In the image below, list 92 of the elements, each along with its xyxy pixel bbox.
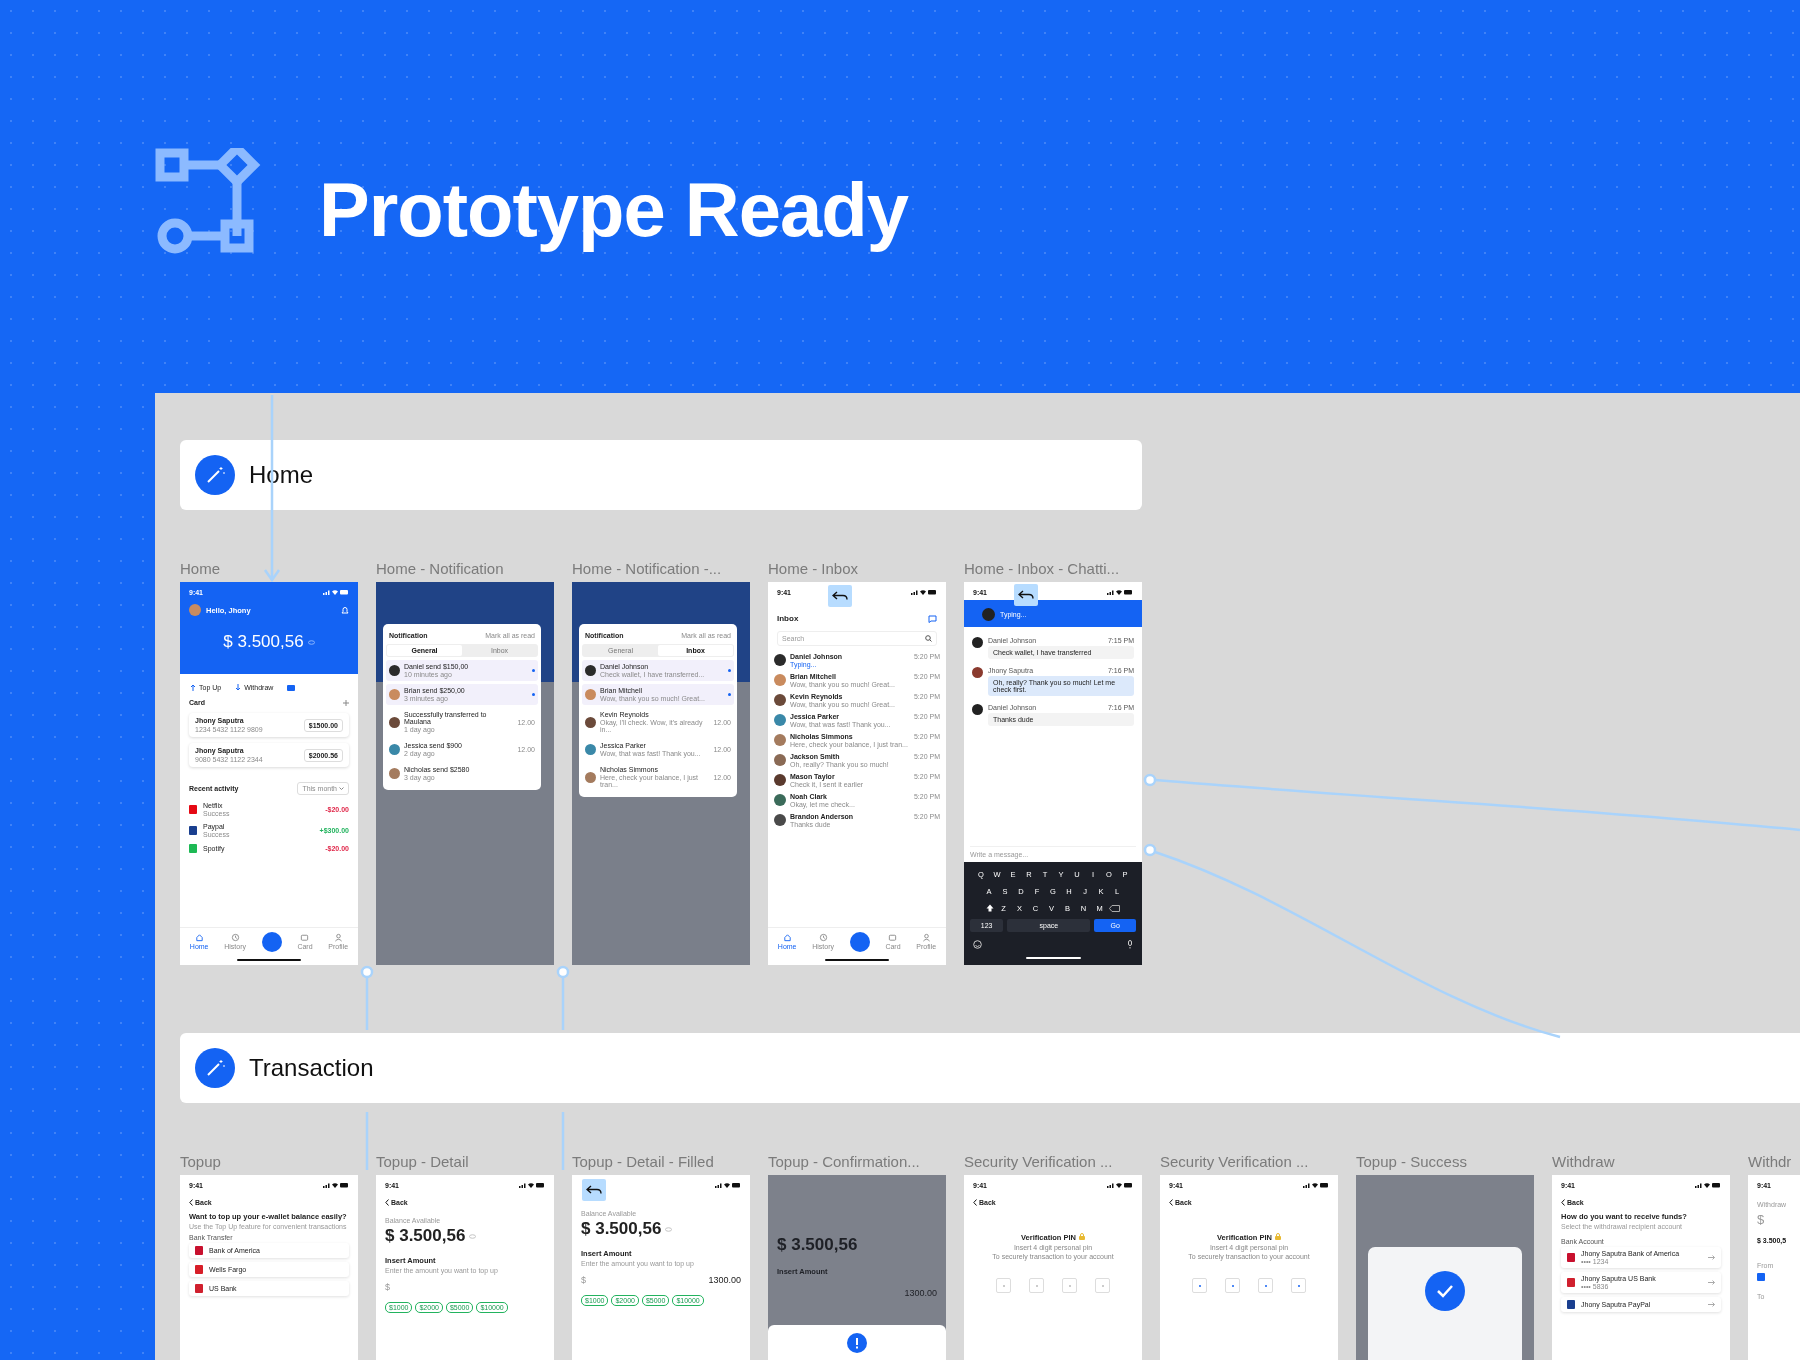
phone-screen[interactable] <box>376 582 554 965</box>
screen-title: Inbox <box>777 614 799 623</box>
status-icons <box>1695 1182 1721 1188</box>
avatar <box>389 665 400 676</box>
avatar <box>972 667 983 678</box>
arrow-right-icon <box>1708 1280 1715 1286</box>
lock-icon <box>1079 1233 1085 1240</box>
currency-symbol: $ <box>1756 1211 1766 1227</box>
section-title: Home <box>249 461 314 489</box>
plus-icon[interactable] <box>343 699 349 706</box>
avatar <box>774 694 786 706</box>
avatar <box>774 654 786 666</box>
arrow-up-icon <box>190 684 196 691</box>
scan-button[interactable] <box>261 931 282 952</box>
status-icons <box>1303 1182 1329 1188</box>
clock-icon <box>818 933 828 942</box>
avatar <box>982 608 995 621</box>
chevron-left-icon <box>385 1199 389 1206</box>
arrow-right-icon <box>1708 1302 1715 1308</box>
wallet-icon <box>1757 1273 1765 1281</box>
avatar <box>774 754 786 766</box>
phone-screen[interactable] <box>572 582 750 965</box>
connection-line <box>360 965 374 1030</box>
chevron-down-icon <box>339 787 344 790</box>
avatar <box>774 774 786 786</box>
avatar <box>774 674 786 686</box>
page-title: Prototype Ready <box>319 166 908 253</box>
phone-screen[interactable] <box>964 582 1142 965</box>
search-icon <box>925 635 932 642</box>
wand-icon <box>195 455 235 495</box>
status-icons <box>911 589 937 595</box>
avatar <box>389 716 400 728</box>
avatar <box>389 744 400 755</box>
bank-logo-icon <box>1567 1300 1575 1310</box>
avatar <box>585 689 596 700</box>
connection-line <box>556 965 570 1030</box>
status-icons <box>715 1182 741 1188</box>
chevron-left-icon <box>973 1199 977 1206</box>
wand-icon <box>195 1048 235 1088</box>
compose-icon[interactable] <box>928 614 937 623</box>
shift-icon[interactable] <box>986 904 994 912</box>
bank-logo-icon <box>1567 1253 1575 1263</box>
balance-amount: $ 3.500,56 <box>581 1219 662 1239</box>
avatar <box>972 704 983 715</box>
alert-icon <box>847 1333 867 1353</box>
bell-icon[interactable] <box>341 605 349 615</box>
brand-logo-icon <box>189 805 197 814</box>
chevron-left-icon <box>189 1199 193 1206</box>
balance-amount: $ 3.500,56 <box>385 1226 466 1246</box>
avatar <box>774 814 786 826</box>
home-icon <box>782 933 792 942</box>
card-icon <box>300 933 310 942</box>
avatar <box>585 744 596 755</box>
status-icons <box>323 1182 349 1188</box>
emoji-icon[interactable] <box>973 939 982 949</box>
balance-amount: $ 3.500,56 <box>777 1235 858 1255</box>
avatar <box>585 716 596 728</box>
avatar <box>774 794 786 806</box>
section-title: Transaction <box>249 1054 374 1082</box>
card-icon <box>888 933 898 942</box>
avatar <box>774 714 786 726</box>
chevron-left-icon <box>1169 1199 1173 1206</box>
amount-field[interactable]: $ 1300.00 <box>572 1267 750 1286</box>
status-icons <box>1107 1182 1133 1188</box>
status-icons <box>519 1182 545 1188</box>
connection-line <box>561 1112 565 1170</box>
amount-value: 1300.00 <box>904 1288 937 1299</box>
microphone-icon[interactable] <box>1127 939 1133 949</box>
status-icons <box>1107 589 1133 595</box>
person-icon <box>921 933 931 942</box>
avatar <box>389 689 400 700</box>
avatar <box>389 768 400 779</box>
home-icon <box>194 933 204 942</box>
avatar <box>585 665 596 676</box>
avatar <box>972 637 983 648</box>
scan-button[interactable] <box>849 931 870 952</box>
delete-icon[interactable] <box>1109 904 1120 912</box>
arrow-right-icon <box>1708 1255 1715 1261</box>
balance-amount: $ 3.500,56 <box>223 632 304 652</box>
person-icon <box>333 933 343 942</box>
avatar <box>585 771 596 783</box>
clock-icon <box>230 933 240 942</box>
chevron-left-icon <box>1561 1199 1565 1206</box>
lock-icon <box>1275 1233 1281 1240</box>
avatar <box>189 604 201 616</box>
connection-line <box>365 1112 369 1170</box>
avatar <box>774 734 786 746</box>
arrow-down-icon <box>235 684 242 691</box>
status-icons <box>323 589 349 595</box>
check-circle-icon <box>1425 1271 1465 1311</box>
bank-logo-icon <box>1567 1278 1575 1288</box>
transfer-icon[interactable] <box>287 684 296 691</box>
